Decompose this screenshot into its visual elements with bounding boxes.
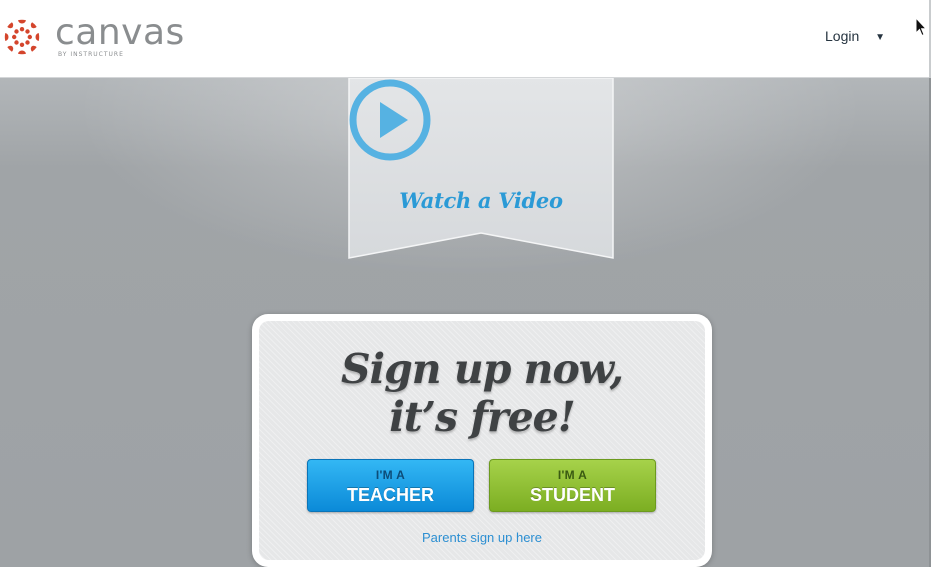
teacher-signup-button[interactable]: I'M A TEACHER <box>307 459 474 512</box>
teacher-button-top: I'M A <box>375 468 406 482</box>
login-dropdown[interactable]: Login ▼ <box>825 27 885 45</box>
login-label: Login <box>825 28 860 44</box>
signup-headline-line1: Sign up now, <box>340 345 624 393</box>
canvas-logo-icon <box>4 19 40 55</box>
signup-card-inner: Sign up now, it’s free! I'M A TEACHER I'… <box>259 321 705 560</box>
teacher-button-bottom: TEACHER <box>346 485 434 505</box>
signup-card: Sign up now, it’s free! I'M A TEACHER I'… <box>252 314 712 567</box>
signup-headline-line2: it’s free! <box>389 393 576 441</box>
student-button-top: I'M A <box>557 468 588 482</box>
play-circle-icon <box>349 79 431 161</box>
student-button-bottom: STUDENT <box>530 485 615 505</box>
watch-video-banner[interactable]: Watch a Video <box>348 78 614 260</box>
caret-down-icon: ▼ <box>875 32 886 43</box>
top-header: canvas BY INSTRUCTURE Login ▼ <box>0 0 931 78</box>
hero-area: Watch a Video Sign up now, it’s free! I'… <box>0 78 931 567</box>
logo-wordmark: canvas <box>55 12 185 53</box>
logo-tagline: BY INSTRUCTURE <box>58 51 124 58</box>
watch-video-label: Watch a Video <box>399 188 563 213</box>
mouse-pointer-icon <box>915 17 927 37</box>
canvas-logo[interactable]: canvas BY INSTRUCTURE <box>0 12 190 62</box>
parents-signup-link[interactable]: Parents sign up here <box>259 530 705 546</box>
student-signup-button[interactable]: I'M A STUDENT <box>489 459 656 512</box>
signup-headline: Sign up now, it’s free! <box>259 345 705 441</box>
